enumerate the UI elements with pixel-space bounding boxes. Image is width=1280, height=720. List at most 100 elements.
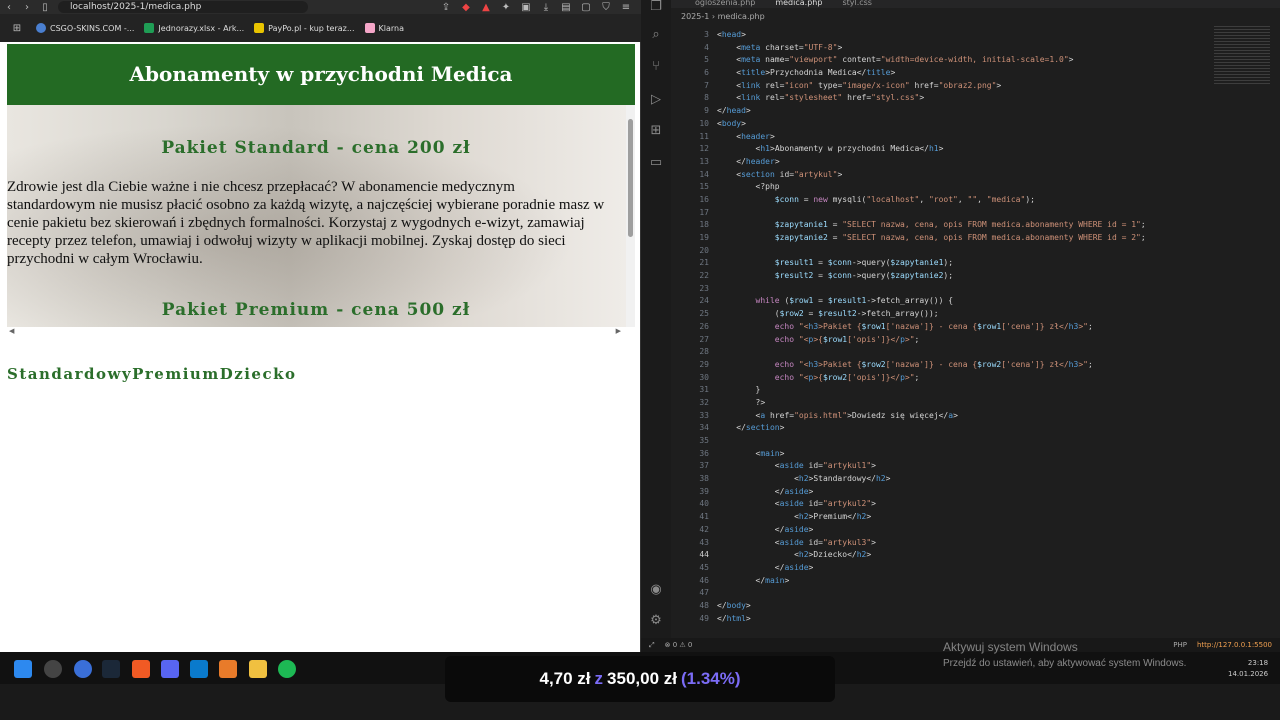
tab-ogloszenia[interactable]: ogloszenia.php <box>695 0 755 8</box>
code-line[interactable]: 18 $zapytanie1 = "SELECT nazwa, cena, op… <box>671 219 1241 232</box>
run-debug-icon[interactable]: ▷ <box>649 93 663 107</box>
code-line[interactable]: 20 <box>671 245 1241 258</box>
code-line[interactable]: 42 </aside> <box>671 524 1241 537</box>
windows-start-icon[interactable] <box>14 660 32 678</box>
code-line[interactable]: 26 echo "<h3>Pakiet {$row1['nazwa']} - c… <box>671 321 1241 334</box>
explorer-icon[interactable]: ❐ <box>649 0 663 14</box>
extensions-icon[interactable]: ✦ <box>497 2 515 13</box>
source-control-icon[interactable]: ⑂ <box>649 60 663 74</box>
remote-status-icon[interactable]: ⤢ <box>649 641 655 650</box>
code-line[interactable]: 14 <section id="artykul"> <box>671 169 1241 182</box>
account-icon[interactable]: ◉ <box>649 583 663 597</box>
code-line[interactable]: 5 <meta name="viewport" content="width=d… <box>671 54 1241 67</box>
live-server-status[interactable]: http://127.0.0.1:5500 <box>1197 641 1272 649</box>
brave-shield-icon[interactable]: ◆ <box>457 2 475 13</box>
vertical-scrollbar[interactable] <box>626 105 635 327</box>
code-line[interactable]: 38 <h2>Standardowy</h2> <box>671 473 1241 486</box>
rewards-icon[interactable]: ▲ <box>477 2 495 13</box>
vpn-icon[interactable]: ⛉ <box>597 2 615 13</box>
code-line[interactable]: 39 </aside> <box>671 486 1241 499</box>
code-line[interactable]: 41 <h2>Premium</h2> <box>671 511 1241 524</box>
discord-icon[interactable] <box>161 660 179 678</box>
code-line[interactable]: 36 <main> <box>671 448 1241 461</box>
code-line[interactable]: 33 <a href="opis.html">Dowiedz się więce… <box>671 410 1241 423</box>
spotify-icon[interactable] <box>278 660 296 678</box>
code-line[interactable]: 48 </body> <box>671 600 1241 613</box>
bookmark-sheets[interactable]: Jednorazy.xlsx - Ark... <box>144 23 244 33</box>
code-line[interactable]: 45 </aside> <box>671 562 1241 575</box>
code-line[interactable]: 28 <box>671 346 1241 359</box>
scrollbar-thumb[interactable] <box>628 119 633 237</box>
download-icon[interactable]: ⤓ <box>537 2 555 13</box>
minimap[interactable] <box>1214 26 1270 86</box>
bookmark-klarna[interactable]: Klarna <box>364 23 404 33</box>
taskbar-clock[interactable]: 23:18 14.01.2026 <box>1228 658 1268 680</box>
code-line[interactable]: 24 while ($row1 = $result1->fetch_array(… <box>671 295 1241 308</box>
code-line[interactable]: 9 </head> <box>671 105 1241 118</box>
code-line[interactable]: 11 <header> <box>671 131 1241 144</box>
chrome-icon[interactable] <box>44 660 62 678</box>
menu-icon[interactable]: ≡ <box>617 2 635 13</box>
bookmark-icon[interactable]: ▯ <box>36 2 54 13</box>
share-icon[interactable]: ⇪ <box>437 2 455 13</box>
scroll-left-icon[interactable]: ◀ <box>9 327 14 335</box>
address-bar[interactable]: localhost/2025-1/medica.php <box>58 1 308 13</box>
tab-styl[interactable]: styl.css <box>842 0 872 8</box>
code-line[interactable]: 43 <aside id="artykul3"> <box>671 537 1241 550</box>
code-line[interactable]: 15 <?php <box>671 181 1241 194</box>
code-line[interactable]: 32 ?> <box>671 397 1241 410</box>
code-line[interactable]: 7 <link rel="icon" type="image/x-icon" h… <box>671 80 1241 93</box>
code-line[interactable]: 19 $zapytanie2 = "SELECT nazwa, cena, op… <box>671 232 1241 245</box>
code-line[interactable]: 46 </main> <box>671 575 1241 588</box>
sidebar-icon[interactable]: ▣ <box>517 2 535 13</box>
code-line[interactable]: 17 <box>671 207 1241 220</box>
code-line[interactable]: 12 <h1>Abonamenty w przychodni Medica</h… <box>671 143 1241 156</box>
extensions-icon[interactable]: ⊞ <box>649 124 663 138</box>
code-line[interactable]: 25 ($row2 = $result2->fetch_array()); <box>671 308 1241 321</box>
code-line[interactable]: 21 $result1 = $conn->query($zapytanie1); <box>671 257 1241 270</box>
bookmark-csgo[interactable]: CSGO-SKINS.COM -... <box>36 23 134 33</box>
vscode-icon[interactable] <box>190 660 208 678</box>
code-line[interactable]: 31 } <box>671 384 1241 397</box>
code-line[interactable]: 16 $conn = new mysqli("localhost", "root… <box>671 194 1241 207</box>
code-line[interactable]: 44 <h2>Dziecko</h2> <box>671 549 1241 562</box>
code-line[interactable]: 4 <meta charset="UTF-8"> <box>671 42 1241 55</box>
code-line[interactable]: 6 <title>Przychodnia Medica</title> <box>671 67 1241 80</box>
settings-gear-icon[interactable]: ⚙ <box>649 614 663 628</box>
search-icon[interactable]: ⌕ <box>649 28 663 42</box>
steam-icon[interactable] <box>102 660 120 678</box>
scroll-right-icon[interactable]: ▶ <box>616 327 621 335</box>
bookmark-paypo[interactable]: PayPo.pl - kup teraz... <box>254 23 355 33</box>
horizontal-scrollbar[interactable]: ◀ ▶ <box>7 327 635 335</box>
breadcrumb[interactable]: 2025-1 › medica.php <box>681 12 765 21</box>
brave-icon[interactable] <box>132 660 150 678</box>
code-line[interactable]: 10 <body> <box>671 118 1241 131</box>
code-line[interactable]: 13 </header> <box>671 156 1241 169</box>
language-mode[interactable]: PHP <box>1173 641 1187 649</box>
code-line[interactable]: 30 echo "<p>{$row2['opis']}</p>"; <box>671 372 1241 385</box>
reader-icon[interactable]: ▤ <box>557 2 575 13</box>
file-explorer-icon[interactable] <box>249 660 267 678</box>
remote-icon[interactable]: ▭ <box>649 156 663 170</box>
code-line[interactable]: 40 <aside id="artykul2"> <box>671 498 1241 511</box>
code-line[interactable]: 29 echo "<h3>Pakiet {$row2['nazwa']} - c… <box>671 359 1241 372</box>
tab-medica[interactable]: medica.php <box>775 0 822 8</box>
wallet-icon[interactable]: ▢ <box>577 2 595 13</box>
xampp-icon[interactable] <box>219 660 237 678</box>
code-line[interactable]: 3 <head> <box>671 29 1241 42</box>
code-line[interactable]: 34 </section> <box>671 422 1241 435</box>
back-icon[interactable]: ‹ <box>0 2 18 13</box>
code-line[interactable]: 23 <box>671 283 1241 296</box>
problems-count[interactable]: ⊗ 0 ⚠ 0 <box>665 641 693 649</box>
code-line[interactable]: 47 <box>671 587 1241 600</box>
code-line[interactable]: 49 </html> <box>671 613 1241 626</box>
app-icon[interactable] <box>74 660 92 678</box>
apps-grid-icon[interactable]: ⊞ <box>8 23 26 34</box>
code-line[interactable]: 35 <box>671 435 1241 448</box>
forward-icon[interactable]: › <box>18 2 36 13</box>
code-line[interactable]: 22 $result2 = $conn->query($zapytanie2); <box>671 270 1241 283</box>
code-line[interactable]: 37 <aside id="artykul1"> <box>671 460 1241 473</box>
code-line[interactable]: 27 echo "<p>{$row1['opis']}</p>"; <box>671 334 1241 347</box>
code-area[interactable]: 3 <head> 4 <meta charset="UTF-8"> 5 <meta n… <box>671 29 1241 625</box>
code-line[interactable]: 8 <link rel="stylesheet" href="styl.css"… <box>671 92 1241 105</box>
